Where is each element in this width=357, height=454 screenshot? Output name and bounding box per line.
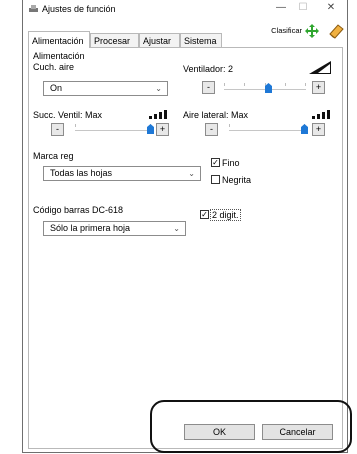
- eraser-icon[interactable]: [327, 22, 345, 40]
- tab-procesar[interactable]: Procesar: [90, 33, 139, 47]
- ventilador-minus-button[interactable]: -: [202, 81, 215, 94]
- chevron-down-icon: ⌄: [155, 84, 162, 93]
- succ-ventil-plus-button[interactable]: +: [156, 123, 169, 136]
- marca-reg-select[interactable]: Todas las hojas ⌄: [43, 166, 201, 181]
- chevron-down-icon: ⌄: [173, 224, 180, 233]
- tab-sistema[interactable]: Sistema: [180, 33, 222, 47]
- aire-lateral-minus-button[interactable]: -: [205, 123, 218, 136]
- title-bar[interactable]: Ajustes de función — ☐ ✕: [23, 0, 347, 18]
- signal-bars-icon: [149, 110, 167, 119]
- aire-lateral-plus-button[interactable]: +: [312, 123, 325, 136]
- marca-reg-value: Todas las hojas: [50, 168, 113, 178]
- tick-mark: [229, 124, 230, 127]
- group-title: Alimentación: [33, 51, 85, 61]
- signal-bars-icon: [312, 110, 330, 119]
- close-button[interactable]: ✕: [321, 2, 341, 16]
- ventilador-label: Ventilador: 2: [183, 64, 234, 74]
- tick-mark: [224, 83, 225, 86]
- negrita-label: Negrita: [222, 175, 252, 185]
- fino-label: Fino: [222, 158, 240, 168]
- tab-alimentacion[interactable]: Alimentación: [28, 31, 90, 48]
- succ-ventil-label: Succ. Ventil: Max: [33, 110, 103, 120]
- codigo-barras-value: Sólo la primera hoja: [50, 223, 131, 233]
- cuch-aire-select[interactable]: On ⌄: [43, 81, 168, 96]
- tick-mark: [305, 83, 306, 86]
- settings-window: Ajustes de función — ☐ ✕ Clasificar Alim…: [22, 0, 348, 453]
- highlight-frame: [150, 400, 352, 453]
- succ-ventil-minus-button[interactable]: -: [51, 123, 64, 136]
- digit-checkbox[interactable]: ✓: [200, 210, 209, 219]
- ventilador-slider-thumb[interactable]: [265, 83, 272, 93]
- clasificar-label: Clasificar: [271, 26, 302, 35]
- cuch-aire-value: On: [50, 83, 63, 93]
- sort-arrows-icon[interactable]: [304, 23, 320, 39]
- aire-lateral-label: Aire lateral: Max: [183, 110, 249, 120]
- tab-ajustar[interactable]: Ajustar: [139, 33, 180, 47]
- negrita-checkbox[interactable]: [211, 175, 220, 184]
- codigo-barras-select[interactable]: Sólo la primera hoja ⌄: [43, 221, 186, 236]
- tick-mark: [244, 83, 245, 86]
- maximize-button[interactable]: ☐: [293, 2, 313, 16]
- ventilador-plus-button[interactable]: +: [312, 81, 325, 94]
- succ-ventil-slider-track[interactable]: [75, 130, 150, 131]
- fino-checkbox[interactable]: ✓: [211, 158, 220, 167]
- window-title: Ajustes de función: [42, 4, 116, 14]
- chevron-down-icon: ⌄: [188, 169, 195, 178]
- scanner-icon: [29, 5, 38, 12]
- cuch-aire-label: Cuch. aire: [33, 62, 75, 72]
- aire-lateral-slider-thumb[interactable]: [301, 124, 308, 134]
- tick-mark: [75, 124, 76, 127]
- digit-label: 2 digit.: [210, 209, 241, 221]
- codigo-barras-label: Código barras DC-618: [33, 205, 124, 215]
- succ-ventil-slider-thumb[interactable]: [147, 124, 154, 134]
- tick-mark: [285, 83, 286, 86]
- alimentacion-panel: Alimentación Cuch. aire On ⌄ Ventilador:…: [28, 47, 343, 449]
- level-wedge-icon: [309, 61, 331, 74]
- marca-reg-label: Marca reg: [33, 151, 74, 161]
- minimize-button[interactable]: —: [271, 2, 291, 16]
- aire-lateral-slider-track[interactable]: [229, 130, 304, 131]
